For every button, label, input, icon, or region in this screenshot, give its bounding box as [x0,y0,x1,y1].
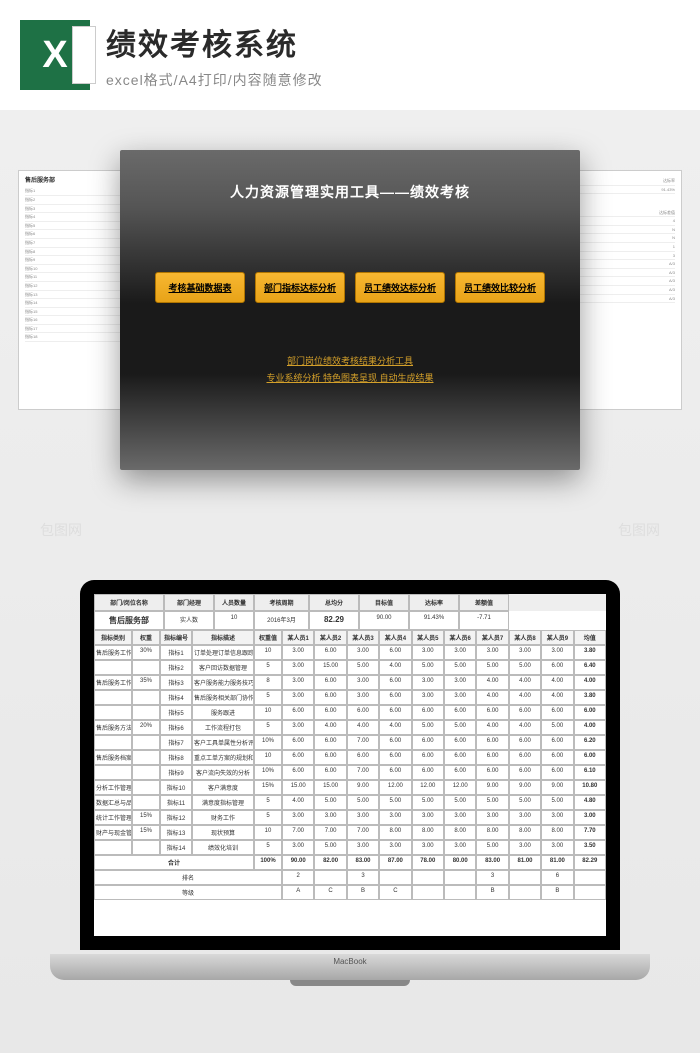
page-header: 绩效考核系统 excel格式/A4打印/内容随意修改 [0,0,700,110]
card-title: 人力资源管理实用工具——绩效考核 [140,182,560,202]
summary-header-row: 部门/岗位名称部门经理人员数量考核周期总均分目标值达标率差额值 [94,594,606,611]
table-row: 指标9客户流向失效的分析10%6.006.007.006.006.006.006… [94,765,606,780]
table-row: 指标2客户回访数据管理53.0015.005.004.005.005.005.0… [94,660,606,675]
table-row: 售后服务工作实施35%指标3客户服务能力服务技巧和规范性83.006.003.0… [94,675,606,690]
table-row: 售后服务方法管理20%指标6工作流程打包53.004.004.004.005.0… [94,720,606,735]
preview-section: 售后服务部 指标1…指标2…指标3…指标4…指标5…指标6…指标7…指标8…指标… [0,130,700,500]
data-body: 售后服务工作实施30%指标1订单处理订单信息跟踪103.006.003.006.… [94,645,606,855]
rank-row: 排名2336 [94,870,606,885]
laptop-mockup: 部门/岗位名称部门经理人员数量考核周期总均分目标值达标率差额值 售后服务部实人数… [50,580,650,990]
summary-data-row: 售后服务部实人数102016年3月82.2990.0091.43%-7.71 [94,611,606,630]
header-title: 绩效考核系统 [106,20,680,64]
table-row: 指标7客户工具单属性分析评估10%6.006.007.006.006.006.0… [94,735,606,750]
table-row: 财产与现金管理15%指标13现状预算107.007.007.008.008.00… [94,825,606,840]
header-subtitle: excel格式/A4打印/内容随意修改 [106,70,680,90]
dark-card: 人力资源管理实用工具——绩效考核 考核基础数据表部门指标达标分析员工绩效达标分析… [120,150,580,470]
nav-button-2[interactable]: 员工绩效达标分析 [355,272,445,303]
laptop-screen: 部门/岗位名称部门经理人员数量考核周期总均分目标值达标率差额值 售后服务部实人数… [80,580,620,950]
laptop-section: 部门/岗位名称部门经理人员数量考核周期总均分目标值达标率差额值 售后服务部实人数… [0,520,700,1020]
table-row: 售后服务档案管理指标8重点工单方案的规划和判定106.006.006.006.0… [94,750,606,765]
table-row: 分析工作管理指标10客户满意度15%15.0015.009.0012.0012.… [94,780,606,795]
total-row: 合计100%90.0082.0083.0087.0078.0080.0083.0… [94,855,606,870]
table-row: 售后服务工作实施30%指标1订单处理订单信息跟踪103.006.003.006.… [94,645,606,660]
excel-icon [20,20,90,90]
spreadsheet: 部门/岗位名称部门经理人员数量考核周期总均分目标值达标率差额值 售后服务部实人数… [94,594,606,936]
nav-button-0[interactable]: 考核基础数据表 [155,272,245,303]
header-text: 绩效考核系统 excel格式/A4打印/内容随意修改 [106,20,680,90]
grade-row: 等级ACBCBB [94,885,606,900]
nav-button-3[interactable]: 员工绩效比较分析 [455,272,545,303]
card-link-2[interactable]: 专业系统分析 特色图表呈现 自动生成结果 [266,373,433,383]
card-links: 部门岗位绩效考核结果分析工具 专业系统分析 特色图表呈现 自动生成结果 [140,353,560,387]
laptop-base: MacBook [50,954,650,980]
laptop-brand: MacBook [333,957,366,966]
data-header-row: 指标类别权重指标编号指标描述权重值某人员1某人员2某人员3某人员4某人员5某人员… [94,630,606,645]
table-row: 指标14绩效化培训53.005.003.003.003.003.005.003.… [94,840,606,855]
table-row: 数据汇总与品质指标11满意度指标管理54.005.005.005.005.005… [94,795,606,810]
table-row: 指标5服务跟进106.006.006.006.006.006.006.006.0… [94,705,606,720]
button-row: 考核基础数据表部门指标达标分析员工绩效达标分析员工绩效比较分析 [140,272,560,303]
table-row: 指标4售后服务相关部门协作53.006.003.006.003.003.004.… [94,690,606,705]
card-link-1[interactable]: 部门岗位绩效考核结果分析工具 [287,356,413,366]
table-row: 统计工作管理15%指标12财务工作53.003.003.003.003.003.… [94,810,606,825]
nav-button-1[interactable]: 部门指标达标分析 [255,272,345,303]
